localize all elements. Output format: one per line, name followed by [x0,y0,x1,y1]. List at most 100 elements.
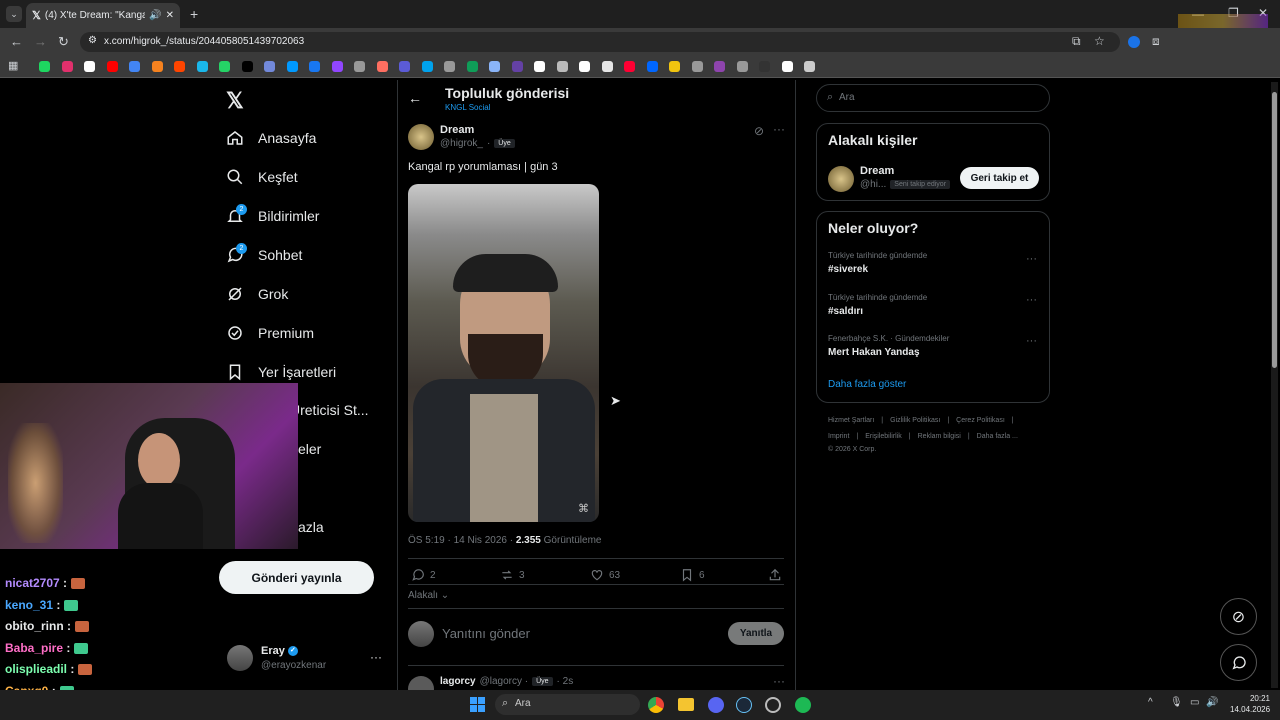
bookmark-favicon-icon[interactable] [466,61,478,72]
address-bar[interactable]: ⚙ x.com/higrok_/status/20440580514397020… [80,32,1120,52]
footer-more-link[interactable]: Daha fazla ... [977,433,1018,440]
community-name[interactable]: KNGL Social [445,103,491,112]
bookmark-favicon-icon[interactable] [444,61,455,72]
scrollbar[interactable] [1271,82,1278,688]
bookmark-favicon-icon[interactable] [624,61,635,72]
footer-cookie-link[interactable]: Çerez Politikası [956,417,1005,424]
bookmark-favicon-icon[interactable] [241,61,253,72]
network-icon[interactable]: ▭ [1190,697,1199,708]
site-info-icon[interactable]: ⚙ [88,35,97,46]
bookmark-favicon-icon[interactable] [151,61,163,72]
nav-lists[interactable]: eler [298,441,321,457]
footer-terms-link[interactable]: Hizmet Şartları [828,417,874,424]
browser-tab[interactable]: 𝕏 (4) X'te Dream: "Kangal rp y 🔊 ✕ [26,3,180,28]
bookmark-favicon-icon[interactable] [601,61,613,72]
author-name[interactable]: Dream [440,124,474,136]
install-icon[interactable]: ⧉ [1072,34,1081,49]
reply-action[interactable]: 2 [411,568,436,582]
nav-grok[interactable]: Grok [226,285,288,303]
reply-input[interactable]: Yanıtını gönder [442,626,530,641]
bookmark-favicon-icon[interactable] [39,61,50,72]
bookmark-favicon-icon[interactable] [556,61,568,72]
chrome-icon[interactable] [648,697,664,713]
nav-premium[interactable]: Premium [226,324,314,342]
nav-more[interactable]: azla [298,519,324,535]
grok-explain-icon[interactable]: ⊘ [754,124,764,138]
repost-action[interactable]: 3 [500,568,525,582]
bookmark-favicon-icon[interactable] [376,61,388,72]
bookmark-favicon-icon[interactable] [669,61,680,72]
trend-item[interactable]: Fenerbahçe S.K. · Gündemdekiler Mert Hak… [828,334,949,358]
tray-chevron-icon[interactable]: ^ [1148,697,1153,708]
volume-icon[interactable]: 🔊 [1206,697,1218,708]
bookmark-favicon-icon[interactable] [196,61,208,72]
steam-icon[interactable] [736,697,752,713]
trend-item[interactable]: Türkiye tarihinde gündemde #saldırı [828,293,927,317]
footer-imprint-link[interactable]: Imprint [828,433,849,440]
forward-button[interactable]: → [34,34,47,49]
bookmark-favicon-icon[interactable] [534,61,545,72]
start-icon[interactable] [470,697,485,712]
related-name[interactable]: Dream [860,165,894,177]
post-video[interactable]: ⌘ [408,184,599,522]
bookmark-favicon-icon[interactable] [714,61,725,72]
bookmark-favicon-icon[interactable] [736,61,748,72]
bookmark-favicon-icon[interactable] [354,61,365,72]
account-avatar[interactable] [227,645,253,671]
bookmark-favicon-icon[interactable] [309,61,320,72]
account-name[interactable]: Eray ✓ [261,645,298,657]
microphone-icon[interactable]: 🎙 [1170,697,1183,708]
bookmark-favicon-icon[interactable] [399,61,410,72]
bookmark-favicon-icon[interactable] [264,61,275,72]
nav-home[interactable]: Anasayfa [226,129,316,147]
bookmark-favicon-icon[interactable] [759,61,770,72]
scrollbar-thumb[interactable] [1272,92,1277,368]
trend-more-icon[interactable]: ··· [1026,294,1037,306]
bookmark-favicon-icon[interactable] [61,61,73,72]
trend-more-icon[interactable]: ··· [1026,335,1037,347]
reload-button[interactable]: ↻ [58,34,69,50]
extensions-icon[interactable]: ⧈ [1152,34,1160,49]
bookmark-favicon-icon[interactable] [781,61,793,72]
discord-icon[interactable] [708,697,724,713]
bookmark-favicon-icon[interactable] [219,61,230,72]
bookmark-favicon-icon[interactable] [106,61,118,72]
speaker-icon[interactable]: 🔊 [149,10,161,21]
post-more-icon[interactable]: ··· [773,122,785,136]
trend-item[interactable]: Türkiye tarihinde gündemde #siverek [828,251,927,275]
bookmark-favicon-icon[interactable] [804,61,815,72]
grok-float-button[interactable]: ⊘ [1220,598,1257,635]
bookmark-favicon-icon[interactable] [84,61,95,72]
author-avatar[interactable] [408,124,434,150]
bookmark-favicon-icon[interactable] [579,61,590,72]
footer-ads-link[interactable]: Reklam bilgisi [918,433,961,440]
relevance-dropdown[interactable]: Alakalı ⌄ [408,590,449,601]
bookmark-favicon-icon[interactable] [286,61,298,72]
bookmark-favicon-icon[interactable] [489,61,500,72]
account-menu-icon[interactable]: ··· [370,650,382,664]
trend-more-icon[interactable]: ··· [1026,253,1037,265]
bookmark-favicon-icon[interactable] [511,61,523,72]
nav-creator-studio[interactable]: Üreticisi St... [290,402,369,418]
extension-icon[interactable] [1128,36,1140,48]
next-reply-more-icon[interactable]: ··· [773,674,785,688]
search-input[interactable]: ⌕ Ara [816,84,1050,112]
bookmark-favicon-icon[interactable] [421,61,433,72]
follow-back-button[interactable]: Geri takip et [960,167,1039,189]
footer-privacy-link[interactable]: Gizlilik Politikası [890,417,940,424]
x-logo-icon[interactable]: 𝕏 [226,88,244,114]
spotify-icon[interactable] [795,697,811,713]
apps-icon[interactable]: ▦ [8,59,18,72]
bookmark-favicon-icon[interactable] [691,61,703,72]
tab-search-button[interactable]: ⌄ [6,6,22,22]
bookmark-action[interactable]: 6 [680,568,705,582]
file-explorer-icon[interactable] [678,698,694,711]
bookmark-favicon-icon[interactable] [129,61,140,72]
bookmark-favicon-icon[interactable] [646,61,658,72]
post-button[interactable]: Gönderi yayınla [219,561,374,594]
tab-close-icon[interactable]: ✕ [166,10,174,21]
back-button[interactable]: ← [10,34,23,49]
taskbar-search[interactable]: ⌕ Ara [495,694,640,715]
new-tab-button[interactable]: + [190,6,198,22]
show-more-link[interactable]: Daha fazla göster [828,379,906,390]
